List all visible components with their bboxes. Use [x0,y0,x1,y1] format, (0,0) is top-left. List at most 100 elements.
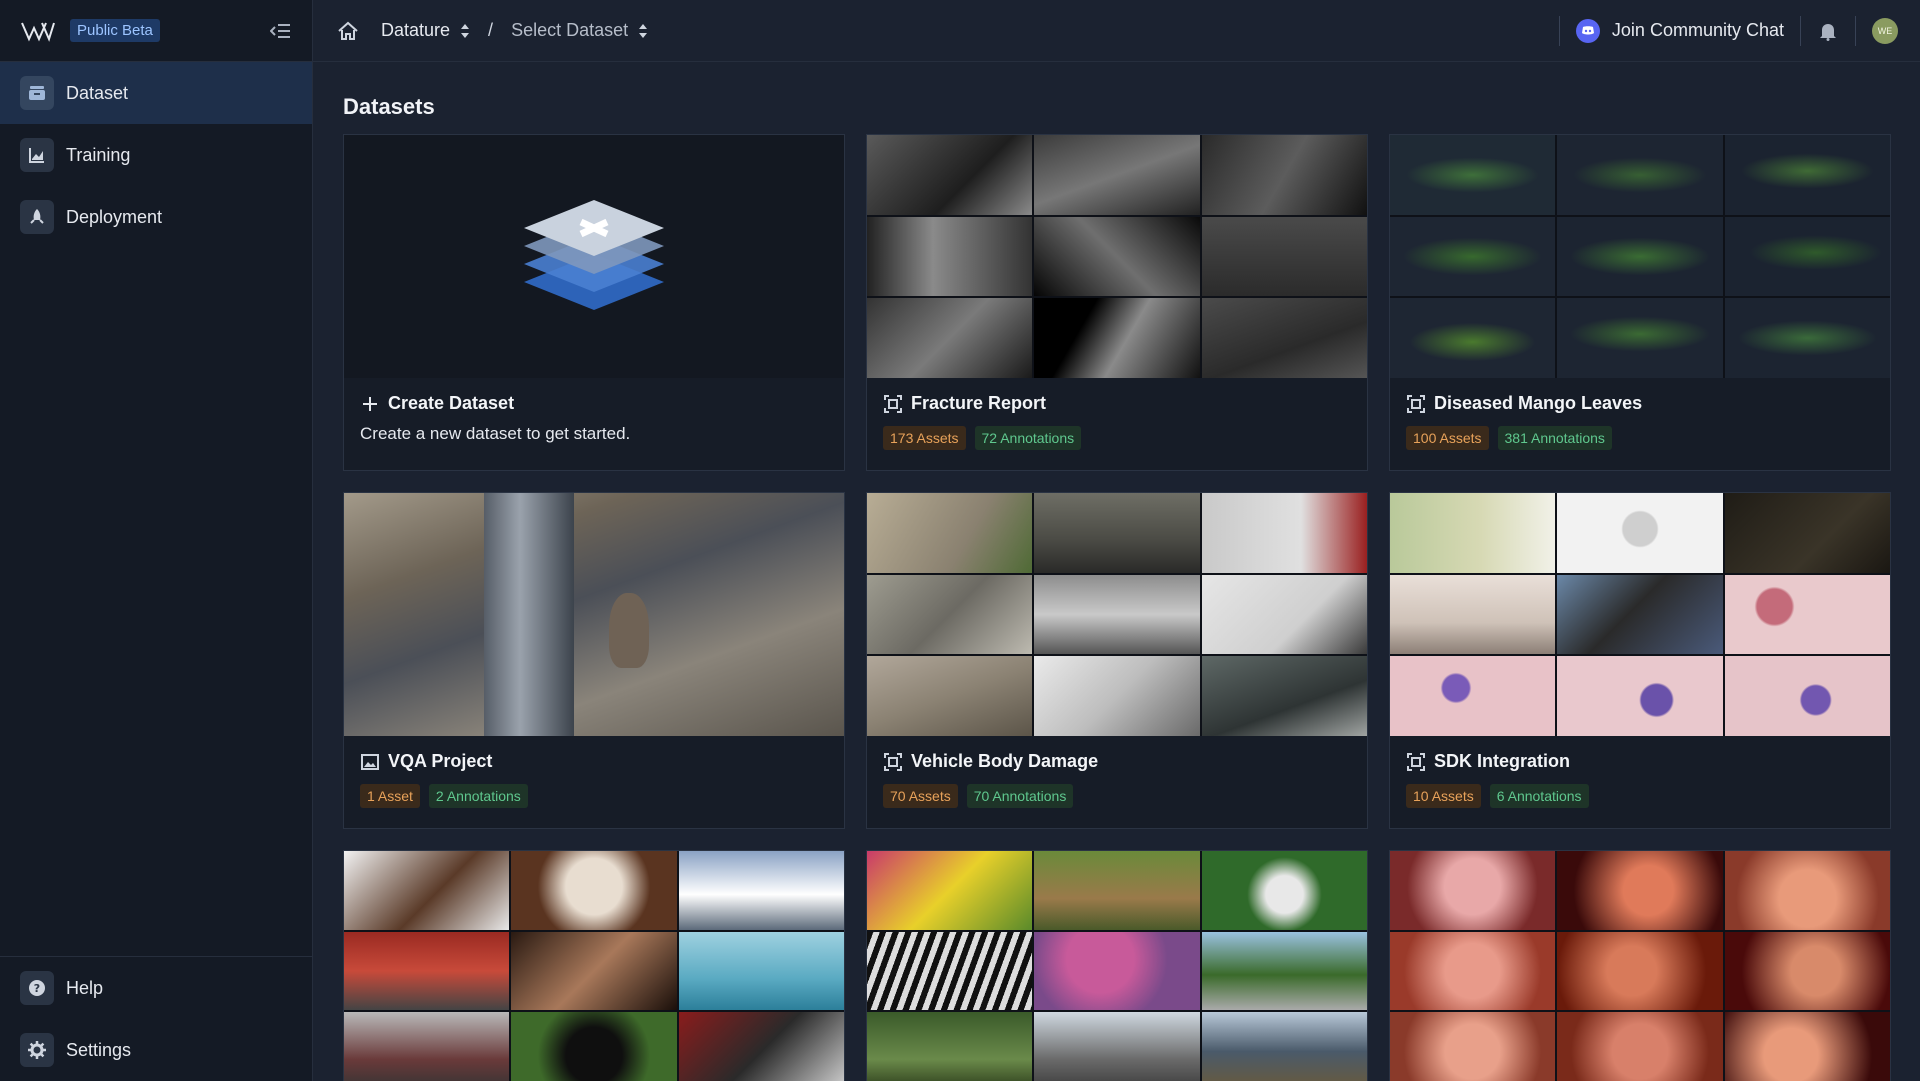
beta-badge: Public Beta [70,19,160,42]
thumbnail-post [484,493,574,736]
assets-badge: 100 Assets [1406,426,1489,450]
sort-icon [461,23,470,38]
dataset-thumbnail [867,851,1367,1081]
dataset-title: Diseased Mango Leaves [1406,393,1874,414]
home-icon[interactable] [337,21,359,41]
dataset-title: VQA Project [360,751,828,772]
thumbnail-mosaic [867,851,1367,1081]
dataset-title: Vehicle Body Damage [883,751,1351,772]
dataset-badges: 1 Asset 2 Annotations [360,784,828,808]
sidebar-item-help[interactable]: ? Help [0,957,312,1019]
notifications-button[interactable] [1801,21,1855,41]
divider [1855,15,1856,46]
dataset-badges: 100 Assets 381 Annotations [1406,426,1874,450]
sidebar-item-settings[interactable]: Settings [0,1019,312,1081]
help-icon: ? [20,971,54,1005]
sidebar-item-training[interactable]: Training [0,124,312,186]
plus-icon [363,396,377,411]
sidebar-item-deployment[interactable]: Deployment [0,186,312,248]
dataset-thumbnail [867,135,1367,378]
dataset-card-vqa-project[interactable]: VQA Project 1 Asset 2 Annotations [343,492,845,829]
image-icon [361,753,379,770]
annotations-badge: 70 Annotations [966,784,1074,808]
dataset-thumbnail [344,851,844,1081]
annotations-badge: 72 Annotations [974,426,1082,450]
datature-logo-icon[interactable] [20,20,56,42]
card-title-text: Fracture Report [911,393,1047,413]
sidebar: Public Beta Dataset Training Deployment [0,0,313,1081]
card-title-text: SDK Integration [1434,751,1571,771]
avatar[interactable]: WE [1872,17,1898,44]
thumbnail-mosaic [867,493,1367,736]
community-chat-label: Join Community Chat [1611,20,1784,40]
dataset-thumbnail [344,493,844,736]
dataset-badges: 173 Assets 72 Annotations [883,426,1351,450]
sort-icon [639,23,648,38]
discord-icon [1575,18,1600,43]
dataset-card[interactable] [343,850,845,1081]
create-dataset-description: Create a new dataset to get started. [360,424,631,443]
dataset-grid: Create Dataset Create a new dataset to g… [343,134,1891,1081]
dataset-card-sdk-integration[interactable]: SDK Integration 10 Assets 6 Annotations [1389,492,1891,829]
assets-badge: 10 Assets [1406,784,1481,808]
sidebar-item-label: Help [66,977,104,998]
detection-icon [884,752,902,771]
card-title-text: Diseased Mango Leaves [1434,393,1643,413]
chart-icon [20,138,54,172]
dataset-title: SDK Integration [1406,751,1874,772]
topbar: Datature / Select Dataset Join Community… [313,0,1920,62]
sidebar-item-label: Deployment [66,206,163,227]
thumbnail-mosaic [344,851,844,1081]
dataset-thumbnail [1390,135,1890,378]
create-dataset-title: Create Dataset [360,393,828,414]
assets-badge: 1 Asset [360,784,420,808]
database-icon [20,76,54,110]
dataset-card-diseased-mango-leaves[interactable]: Diseased Mango Leaves 100 Assets 381 Ann… [1389,134,1891,471]
dataset-card-fracture-report[interactable]: Fracture Report 173 Assets 72 Annotation… [866,134,1368,471]
bell-icon [1820,23,1836,41]
sidebar-item-dataset[interactable]: Dataset [0,62,312,124]
brand-bar: Public Beta [0,0,312,62]
assets-badge: 70 Assets [883,784,958,808]
dataset-card[interactable] [866,850,1368,1081]
thumbnail-mosaic [867,135,1367,378]
svg-text:?: ? [34,982,40,995]
dataset-card[interactable] [1389,850,1891,1081]
page-title: Datasets [343,94,435,119]
detection-icon [1407,394,1425,413]
assets-badge: 173 Assets [883,426,966,450]
project-selector[interactable]: Datature [381,20,470,41]
sidebar-nav: Dataset Training Deployment [0,62,312,248]
dataset-selector[interactable]: Select Dataset [511,20,648,41]
create-dataset-thumbnail [344,135,844,378]
thumbnail-mosaic [1390,851,1890,1081]
thumbnail-cat [609,593,649,668]
rocket-icon [20,200,54,234]
card-title-text: Vehicle Body Damage [911,751,1099,771]
dataset-thumbnail [867,493,1367,736]
annotations-badge: 381 Annotations [1497,426,1612,450]
dataset-card-vehicle-body-damage[interactable]: Vehicle Body Damage 70 Assets 70 Annotat… [866,492,1368,829]
sidebar-item-label: Dataset [66,82,129,103]
topbar-actions: Join Community Chat WE [1558,0,1920,62]
dataset-selector-label: Select Dataset [511,20,629,40]
detection-icon [884,394,902,413]
collapse-sidebar-icon[interactable] [270,22,292,40]
create-dataset-card[interactable]: Create Dataset Create a new dataset to g… [343,134,845,471]
sidebar-bottom-nav: ? Help Settings [0,956,312,1081]
layers-plus-icon [524,199,664,310]
sidebar-item-label: Training [66,144,131,165]
dataset-title: Fracture Report [883,393,1351,414]
card-title-text: VQA Project [388,751,493,771]
detection-icon [1407,752,1425,771]
thumbnail-mosaic [1390,493,1890,736]
gear-icon [20,1033,54,1067]
breadcrumb-separator: / [488,20,494,40]
sidebar-item-label: Settings [66,1039,132,1060]
card-title-text: Create Dataset [388,393,515,413]
community-chat-button[interactable]: Join Community Chat [1560,18,1800,43]
dataset-badges: 10 Assets 6 Annotations [1406,784,1874,808]
thumbnail-mosaic [1390,135,1890,378]
dataset-thumbnail [1390,493,1890,736]
annotations-badge: 6 Annotations [1489,784,1589,808]
